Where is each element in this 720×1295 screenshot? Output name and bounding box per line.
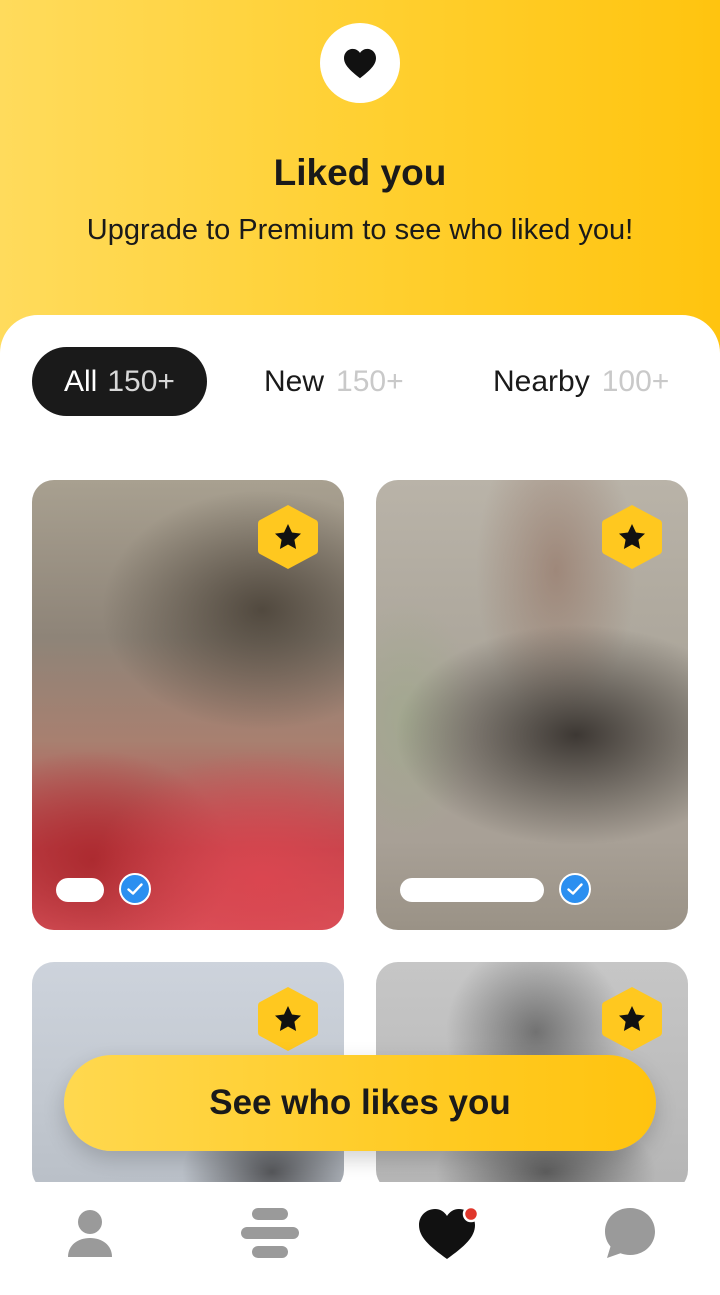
page-subtitle: Upgrade to Premium to see who liked you! xyxy=(86,214,634,246)
profile-icon xyxy=(68,1209,112,1257)
heart-badge xyxy=(320,23,400,103)
liked-you-heart-icon xyxy=(419,1205,480,1259)
tab-nearby-label: Nearby xyxy=(493,364,590,398)
verified-icon xyxy=(559,873,591,905)
star-badge-icon xyxy=(258,987,318,1051)
tab-all-count: 150+ xyxy=(107,364,175,398)
profile-card[interactable] xyxy=(32,480,344,930)
star-badge-icon xyxy=(258,505,318,569)
tab-all[interactable]: All 150+ xyxy=(32,347,207,416)
tab-new-label: New xyxy=(264,364,325,398)
notification-dot xyxy=(462,1205,480,1222)
tab-new[interactable]: New 150+ xyxy=(264,347,404,416)
verified-icon xyxy=(119,873,151,905)
chat-bubble-icon xyxy=(605,1207,655,1258)
nav-discover[interactable] xyxy=(225,1190,315,1275)
tab-nearby-count: 100+ xyxy=(601,364,670,398)
nav-liked-you[interactable] xyxy=(405,1190,495,1275)
tab-all-label: All xyxy=(64,364,98,398)
name-placeholder xyxy=(400,878,544,902)
nav-chats[interactable] xyxy=(585,1190,675,1275)
name-placeholder xyxy=(56,878,104,902)
see-who-likes-you-button[interactable]: See who likes you xyxy=(64,1055,656,1151)
tab-nearby[interactable]: Nearby 100+ xyxy=(493,347,669,416)
tab-new-count: 150+ xyxy=(336,364,404,398)
nav-profile[interactable] xyxy=(45,1190,135,1275)
heart-icon xyxy=(344,48,376,79)
discover-stack-icon xyxy=(241,1207,299,1258)
bottom-nav xyxy=(0,1190,720,1280)
liked-you-header: Liked you Upgrade to Premium to see who … xyxy=(0,0,720,360)
star-badge-icon xyxy=(602,505,662,569)
star-badge-icon xyxy=(602,987,662,1051)
profile-card[interactable] xyxy=(376,480,688,930)
page-title: Liked you xyxy=(273,152,447,193)
filter-tabs: All 150+ New 150+ Nearby 100+ xyxy=(0,347,720,417)
